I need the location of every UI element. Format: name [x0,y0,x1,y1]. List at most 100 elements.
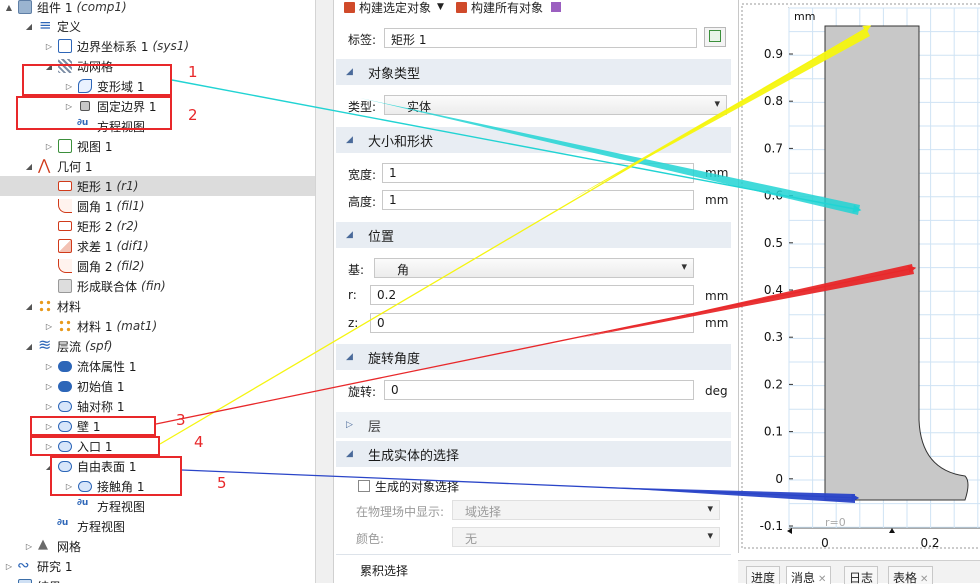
tree-item-component[interactable]: ▲ 组件 1 (comp1) [0,0,315,17]
section-position[interactable]: ◢ 位置 [336,222,731,248]
base-select[interactable]: 角 [374,258,694,278]
tree-item-label: 矩形 2 [77,219,113,234]
build-selected-dropdown-icon[interactable]: ▼ [437,2,444,12]
tree-item-geometry[interactable]: ◢ 几何 1 [0,156,315,176]
tree-item-label: 轴对称 1 [77,399,125,414]
label-field-label: 标签: [348,33,377,47]
expand-toggle-icon[interactable]: ▷ [4,562,14,571]
section-rotation[interactable]: ◢ 旋转角度 [336,344,731,370]
tree-item-tag: (fil1) [116,199,145,213]
resulting-objects-selection-checkbox[interactable] [358,480,370,492]
section-size-shape[interactable]: ◢ 大小和形状 [336,127,731,153]
show-in-physics-select[interactable]: 域选择 [452,500,720,520]
tree-item-mesh[interactable]: ▷ 网格 [0,536,315,556]
rotation-input[interactable]: 0 [384,380,694,400]
bottom-tab[interactable]: 消息 ✕ [786,566,832,585]
annotation-number-1: 1 [188,63,198,81]
tree-item-tag: (fin) [141,279,166,293]
z-input[interactable]: 0 [370,313,694,333]
expand-toggle-icon[interactable]: ▷ [44,362,54,371]
tree-item-tag: (sys1) [152,39,190,53]
tree-item-label: 方程视图 [77,519,126,534]
width-input[interactable]: 1 [382,163,694,183]
section-object-type[interactable]: ◢ 对象类型 [336,59,731,85]
expand-toggle-icon[interactable]: ◢ [24,22,34,31]
height-input[interactable]: 1 [382,190,694,210]
edit-label-icon[interactable] [704,27,726,47]
section-layers[interactable]: ▷ 层 [336,412,731,438]
tree-item-equation-view[interactable]: 方程视图 [0,516,315,536]
tree-item-materials[interactable]: ◢ 材料 [0,296,315,316]
tree-item-study[interactable]: ▷ 研究 1 [0,556,315,576]
rectangle-icon [58,181,72,191]
expand-toggle-icon[interactable]: ◢ [24,162,34,171]
y-tick-label: 0.4 [764,283,783,297]
annotation-box-5 [50,456,182,496]
expand-toggle-icon[interactable]: ▷ [24,542,34,551]
build-selected-button[interactable]: 构建选定对象 [359,0,431,16]
type-label: 类型: [348,100,377,114]
update-icon[interactable] [550,2,561,12]
build-all-button[interactable]: 构建所有对象 [471,0,543,16]
tree-item-laminar-flow[interactable]: ◢ 层流(spf) [0,335,315,356]
tree-item-label: 形成联合体 [77,279,138,294]
expand-toggle-icon[interactable]: ▷ [44,402,54,411]
height-unit: mm [705,193,729,207]
tree-item-form-union[interactable]: 形成联合体 (fin) [0,276,315,296]
fluid-properties-icon [58,360,72,372]
tree-item-equation-view[interactable]: 方程视图 [0,496,315,516]
tree-item-view[interactable]: ▷ 视图 1 [0,136,315,156]
tree-item-axial-symmetry[interactable]: ▷ 轴对称 1 [0,396,315,416]
label-field-input[interactable]: 矩形 1 [384,28,697,48]
tree-item-rectangle[interactable]: 矩形 1 (r1) [0,176,315,196]
expand-toggle-icon[interactable]: ▲ [4,3,14,12]
type-select[interactable]: 实体 [384,95,727,115]
expand-toggle-icon[interactable]: ▷ [44,382,54,391]
y-tick-label: 0.5 [764,236,783,250]
color-select[interactable]: 无 [452,527,720,547]
tree-item-fillet[interactable]: 圆角 1 (fil1) [0,196,315,216]
bottom-tab[interactable]: 表格 ✕ [888,566,934,585]
graphics-window[interactable]: 0.9 0.8 0.7 0.6 0.5 0.4 0.3 0.2 0.1 0 -0.1 0 0.2 mm r=… [738,0,980,553]
panel-splitter[interactable] [316,0,334,583]
annotation-number-4: 4 [194,433,204,451]
y-tick-label: 0.8 [764,94,783,108]
show-in-physics-label: 在物理场中显示: [356,505,445,519]
base-label: 基: [348,263,365,277]
close-tab-icon[interactable]: ✕ [920,574,928,585]
y-tick-label: 0.3 [764,330,783,344]
tree-item-fillet[interactable]: 圆角 2 (fil2) [0,256,315,276]
width-label: 宽度: [348,168,377,182]
expand-toggle-icon[interactable]: ▷ [44,42,54,51]
bottom-tab[interactable]: 进度 [746,566,781,585]
bottom-tab[interactable]: 日志 [844,566,879,585]
tree-item-difference[interactable]: 求差 1 (dif1) [0,236,315,256]
y-tick-label: 0.9 [764,47,783,61]
tree-item-label: 边界坐标系 1 [77,39,149,54]
geometry-plot[interactable]: 0.9 0.8 0.7 0.6 0.5 0.4 0.3 0.2 0.1 0 -0.1 0 0.2 mm r=… [739,0,980,553]
tree-item-definitions[interactable]: ◢ 定义 [0,16,315,36]
initial-values-icon [58,380,72,392]
r-input[interactable]: 0.2 [370,285,694,305]
section-resulting-selection[interactable]: ◢ 生成实体的选择 [336,441,731,467]
expand-toggle-icon[interactable]: ◢ [24,342,34,351]
tree-item-rectangle[interactable]: 矩形 2 (r2) [0,216,315,236]
close-tab-icon[interactable]: ✕ [818,574,826,585]
expand-toggle-icon[interactable]: ▷ [44,322,54,331]
rotation-label: 旋转: [348,385,377,399]
expand-toggle-icon[interactable]: ◢ [24,302,34,311]
axis-unit-label: mm [794,10,815,23]
laminar-flow-icon [38,335,52,354]
tree-item-tag: (r2) [116,219,139,233]
tree-item-tag: (r1) [116,179,139,193]
tree-item-results[interactable]: ▷结果 [0,576,315,583]
tree-item-initial-values[interactable]: ▷ 初始值 1 [0,376,315,396]
height-label: 高度: [348,195,377,209]
annotation-box-3 [30,416,156,436]
expand-toggle-icon[interactable]: ▷ [44,142,54,151]
x-tick-label: 0 [821,536,829,550]
tree-item-coordinate-system[interactable]: ▷ 边界坐标系 1 (sys1) [0,36,315,56]
tree-item-fluid-properties[interactable]: ▷ 流体属性 1 [0,356,315,376]
tree-item-material[interactable]: ▷ 材料 1 (mat1) [0,316,315,336]
tree-item-label: 初始值 1 [77,379,125,394]
